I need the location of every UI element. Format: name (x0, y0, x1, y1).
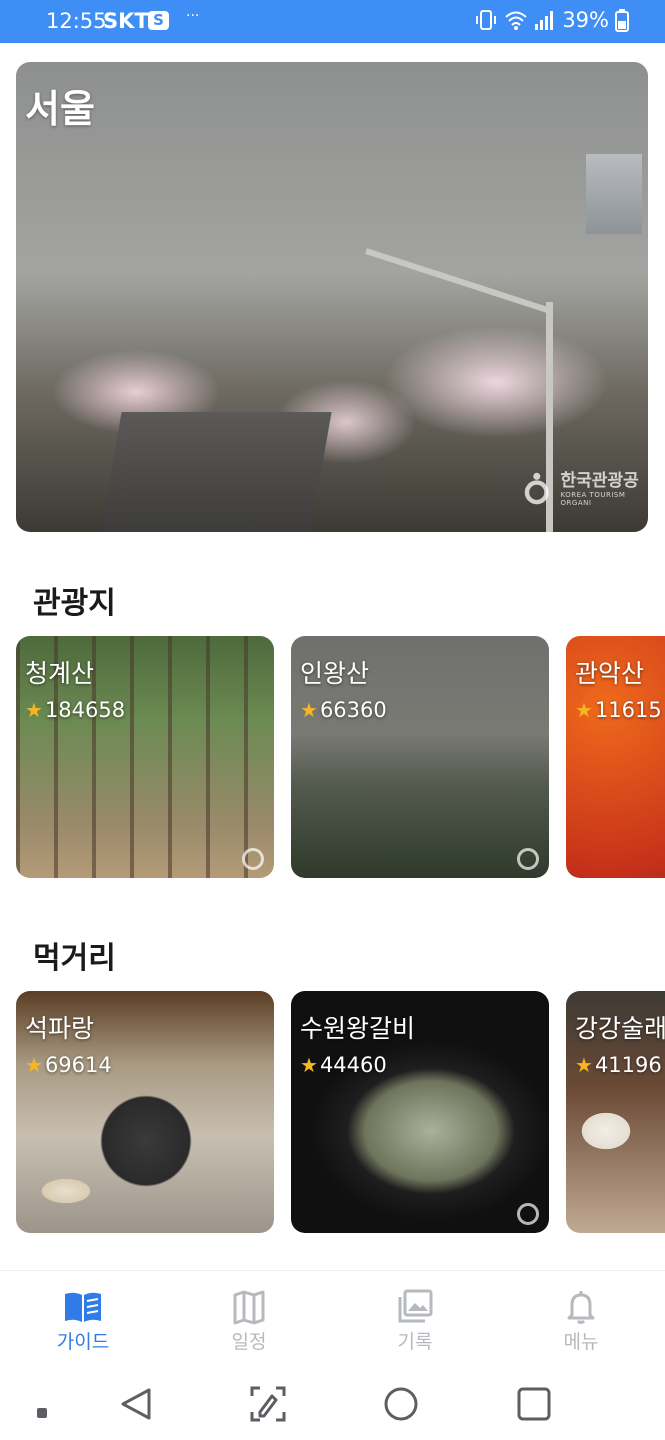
card-title: 강강술래 (575, 1014, 665, 1043)
card-rating: ★ 69614 (25, 1053, 112, 1077)
status-more: ··· (186, 8, 200, 24)
card-rating-value: 184658 (44, 698, 126, 722)
card-rating: ★ 44460 (300, 1053, 387, 1077)
status-time: 12:55 (46, 9, 107, 33)
card-rating: ★ 66360 (300, 698, 387, 722)
bottom-navigation: 가이드 일정 기록 메뉴 (0, 1270, 665, 1371)
status-carrier: SKT (103, 9, 149, 33)
section-title-food: 먹거리 (33, 941, 116, 976)
nav-label-schedule: 일정 (231, 1331, 267, 1353)
nav-tab-schedule[interactable]: 일정 (166, 1271, 332, 1371)
edit-screen-icon[interactable] (246, 1382, 290, 1426)
star-icon: ★ (300, 698, 318, 722)
tourist-card-row[interactable]: 청계산 ★ 184658 인왕산 ★ 66360 관악산 ★ 11615 (0, 636, 665, 880)
hero-city-card[interactable]: 한국관광공 KOREA TOURISM ORGANI 서울 (16, 62, 648, 532)
card-rating-value: 69614 (44, 1053, 112, 1077)
card-title: 인왕산 (300, 659, 370, 688)
hero-road (100, 412, 332, 532)
watermark-subtext: KOREA TOURISM ORGANI (560, 491, 626, 507)
tourist-card[interactable]: 청계산 ★ 184658 (16, 636, 274, 878)
tourism-logo-icon (517, 848, 539, 870)
system-navigation-bar (0, 1370, 665, 1440)
card-rating-value: 41196 (594, 1053, 662, 1077)
status-bar: 12:55 SKT S ··· 39% (0, 0, 665, 43)
overview-icon[interactable] (512, 1382, 556, 1426)
hero-building (586, 154, 642, 234)
card-rating-value: 66360 (319, 698, 387, 722)
battery-percent: 39% (562, 8, 609, 32)
wifi-icon (505, 11, 527, 30)
card-title: 수원왕갈비 (300, 1014, 416, 1043)
nav-label-guide: 가이드 (56, 1331, 110, 1353)
card-title: 석파랑 (25, 1014, 95, 1043)
bell-icon (567, 1291, 595, 1324)
star-icon: ★ (25, 698, 43, 722)
back-icon[interactable] (115, 1382, 159, 1426)
star-icon: ★ (575, 1053, 593, 1077)
tourist-card[interactable]: 관악산 ★ 11615 (566, 636, 665, 878)
card-rating: ★ 184658 (25, 698, 125, 722)
card-title: 관악산 (575, 659, 645, 688)
battery-icon (615, 9, 629, 32)
map-icon (233, 1290, 265, 1325)
card-rating: ★ 41196 (575, 1053, 662, 1077)
gallery-icon (398, 1289, 433, 1323)
nav-label-menu: 메뉴 (563, 1331, 599, 1353)
status-icons: 39% (474, 8, 629, 32)
home-icon[interactable] (379, 1382, 423, 1426)
tourism-logo-icon (242, 848, 264, 870)
food-card-row[interactable]: 석파랑 ★ 69614 수원왕갈비 ★ 44460 강강술래 ★ 41196 (0, 991, 665, 1235)
card-rating-value: 11615 (594, 698, 662, 722)
star-icon: ★ (575, 698, 593, 722)
card-title: 청계산 (25, 659, 95, 688)
vibrate-icon (476, 10, 497, 30)
recents-dot-icon[interactable] (22, 1382, 66, 1426)
tourism-logo-icon (524, 472, 549, 504)
watermark-text: 한국관광공 (560, 471, 639, 491)
hero-title: 서울 (25, 87, 95, 131)
nav-tab-menu[interactable]: 메뉴 (498, 1271, 664, 1371)
food-card[interactable]: 석파랑 ★ 69614 (16, 991, 274, 1233)
nav-tab-record[interactable]: 기록 (332, 1271, 498, 1371)
tourist-card[interactable]: 인왕산 ★ 66360 (291, 636, 549, 878)
nav-tab-guide[interactable]: 가이드 (0, 1271, 166, 1371)
nav-label-record: 기록 (397, 1331, 433, 1353)
signal-icon (535, 11, 554, 30)
card-rating: ★ 11615 (575, 698, 662, 722)
book-icon (65, 1292, 101, 1322)
food-card[interactable]: 수원왕갈비 ★ 44460 (291, 991, 549, 1233)
hero-lamp-arm (365, 248, 548, 313)
tourism-watermark: 한국관광공 KOREA TOURISM ORGANI (519, 466, 648, 507)
card-rating-value: 44460 (319, 1053, 387, 1077)
section-title-tourist: 관광지 (33, 586, 116, 621)
star-icon: ★ (25, 1053, 43, 1077)
food-card[interactable]: 강강술래 ★ 41196 (566, 991, 665, 1233)
carrier-badge-icon: S (148, 11, 169, 30)
tourism-logo-icon (517, 1203, 539, 1225)
star-icon: ★ (300, 1053, 318, 1077)
